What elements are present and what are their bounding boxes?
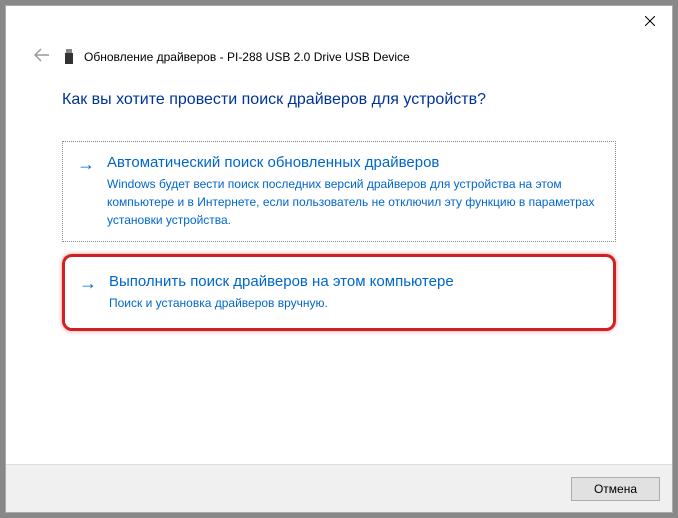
titlebar: [6, 6, 672, 42]
option-desc: Поиск и установка драйверов вручную.: [109, 294, 599, 312]
cancel-button[interactable]: Отмена: [571, 477, 660, 501]
close-icon: [645, 16, 655, 26]
footer: Отмена: [6, 464, 672, 512]
arrow-right-icon: →: [79, 273, 97, 293]
driver-update-wizard: Обновление драйверов - PI-288 USB 2.0 Dr…: [5, 5, 673, 513]
back-arrow-icon: [30, 42, 54, 71]
device-icon: [64, 49, 74, 65]
window-title: Обновление драйверов - PI-288 USB 2.0 Dr…: [84, 50, 410, 64]
content: Как вы хотите провести поиск драйверов д…: [6, 79, 672, 464]
option-auto-search[interactable]: → Автоматический поиск обновленных драйв…: [62, 141, 616, 242]
option-title: Автоматический поиск обновленных драйвер…: [107, 154, 601, 171]
arrow-right-icon: →: [77, 154, 95, 174]
option-title: Выполнить поиск драйверов на этом компью…: [109, 273, 599, 290]
option-desc: Windows будет вести поиск последних верс…: [107, 175, 601, 229]
option-body: Выполнить поиск драйверов на этом компью…: [109, 273, 599, 312]
close-button[interactable]: [627, 6, 672, 36]
option-browse-computer[interactable]: → Выполнить поиск драйверов на этом комп…: [62, 254, 616, 331]
page-heading: Как вы хотите провести поиск драйверов д…: [62, 91, 616, 109]
header: Обновление драйверов - PI-288 USB 2.0 Dr…: [6, 42, 672, 79]
option-body: Автоматический поиск обновленных драйвер…: [107, 154, 601, 229]
